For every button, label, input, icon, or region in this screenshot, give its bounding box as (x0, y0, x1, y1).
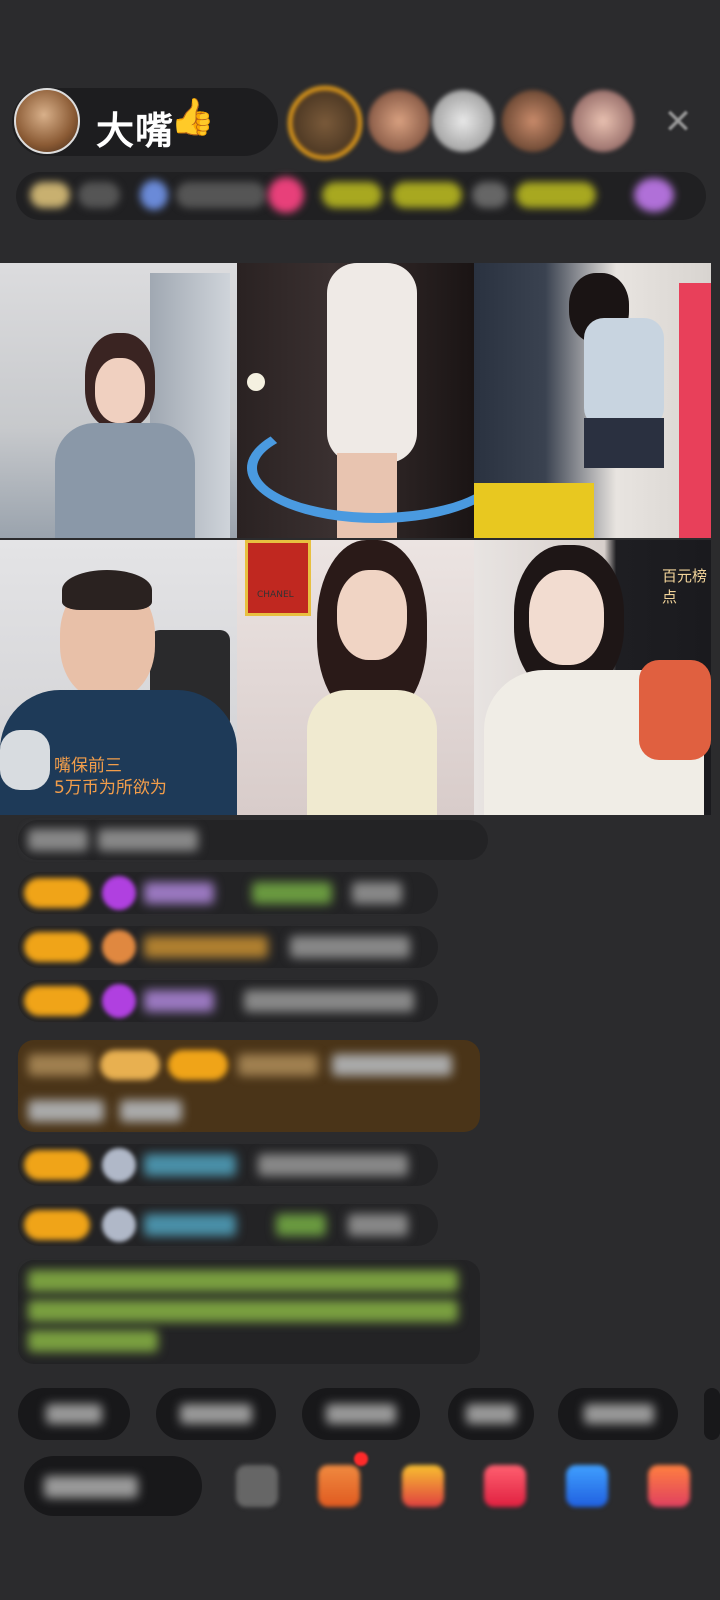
emoji-icon[interactable] (236, 1465, 278, 1507)
system-notice (18, 1260, 480, 1364)
quick-reply-chip[interactable] (704, 1388, 720, 1440)
chat-message (18, 926, 438, 968)
info-chip (78, 182, 120, 208)
viewer-avatar[interactable] (502, 90, 564, 152)
info-chip (140, 180, 168, 210)
share-icon[interactable] (566, 1465, 608, 1507)
host-avatar[interactable] (14, 88, 80, 154)
more-icon[interactable] (648, 1465, 690, 1507)
chat-message (18, 980, 438, 1022)
thumbs-up-icon: 👍 (170, 97, 215, 138)
quick-reply-label (326, 1404, 396, 1424)
quick-reply-label (466, 1404, 516, 1424)
chat-message (18, 872, 438, 914)
info-chip (634, 178, 674, 212)
viewer-avatar[interactable] (572, 90, 634, 152)
host-name: 大嘴 (96, 109, 175, 153)
comment-input-placeholder (44, 1476, 138, 1498)
info-chip (472, 182, 508, 208)
viewer-avatar[interactable] (288, 86, 362, 160)
red-packet-icon[interactable] (402, 1465, 444, 1507)
video-cell[interactable] (474, 263, 711, 538)
video-grid: CHANEL (0, 263, 720, 815)
quick-reply-label (180, 1404, 252, 1424)
viewer-avatar[interactable] (368, 90, 430, 152)
chanel-text: CHANEL (257, 590, 294, 600)
info-chip (322, 182, 382, 208)
heart-icon[interactable] (484, 1465, 526, 1507)
chat-message (18, 820, 488, 860)
video-cell[interactable] (237, 263, 474, 538)
info-chip (176, 182, 266, 208)
info-chip (392, 182, 462, 208)
chat-message-highlight (18, 1040, 480, 1132)
ranking-label: 百元榜点 (662, 567, 708, 606)
quick-reply-label (46, 1404, 102, 1424)
close-icon[interactable]: ✕ (660, 104, 696, 140)
stream-caption: 嘴保前三 5万币为所欲为 (54, 756, 167, 798)
info-chip (30, 182, 70, 208)
gift-box-icon[interactable] (318, 1465, 360, 1507)
info-chip (268, 177, 304, 213)
info-chip (516, 182, 596, 208)
notification-dot (354, 1452, 368, 1466)
video-cell[interactable] (0, 263, 237, 538)
viewer-avatar[interactable] (432, 90, 494, 152)
video-cell[interactable]: CHANEL (237, 540, 474, 815)
chat-message (18, 1144, 438, 1186)
quick-reply-label (584, 1404, 654, 1424)
chat-message (18, 1204, 438, 1246)
